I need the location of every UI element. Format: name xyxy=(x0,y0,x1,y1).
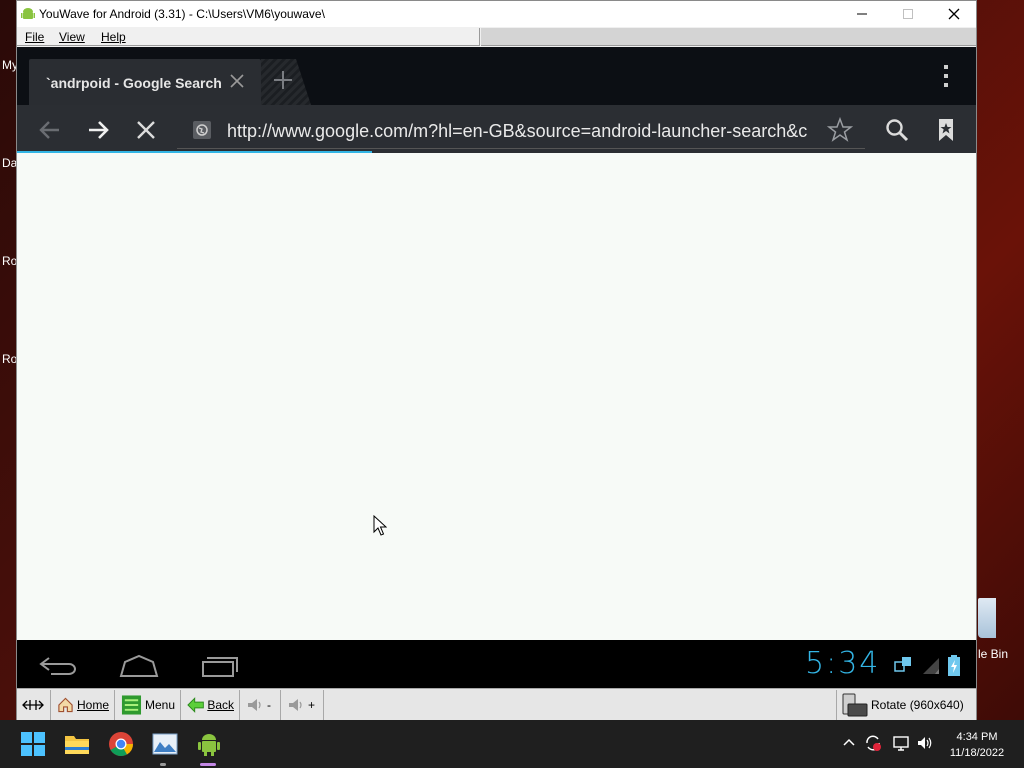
youwave-android-icon[interactable] xyxy=(195,730,223,758)
web-content-area[interactable] xyxy=(17,153,976,640)
volume-down-button[interactable]: - xyxy=(241,690,281,720)
close-icon xyxy=(948,8,960,20)
title-bar[interactable]: YouWave for Android (3.31) - C:\Users\VM… xyxy=(17,1,976,27)
close-button[interactable] xyxy=(931,1,977,27)
battery-charging-icon xyxy=(948,655,960,676)
youwave-control-bar: Home Menu Back - + Rotate (960x640) xyxy=(17,688,976,720)
menu-button[interactable]: Menu xyxy=(116,690,181,720)
home-button-label: Home xyxy=(76,698,109,712)
house-icon xyxy=(58,697,73,713)
rotate-button-label: Rotate (960x640) xyxy=(871,698,964,712)
rotate-device-icon xyxy=(842,693,868,717)
android-nav-bar: 5:34 xyxy=(17,640,976,688)
windows-taskbar: 4:34 PM 11/18/2022 xyxy=(0,720,1024,768)
minimize-button[interactable] xyxy=(839,1,885,27)
youwave-window: YouWave for Android (3.31) - C:\Users\VM… xyxy=(16,0,977,720)
back-button[interactable]: Back xyxy=(182,690,240,720)
overflow-menu-icon[interactable] xyxy=(941,63,951,89)
volume-up-button[interactable]: + xyxy=(282,690,324,720)
nav-back-icon[interactable] xyxy=(37,652,81,680)
url-input[interactable]: http://www.google.com/m?hl=en-GB&source=… xyxy=(227,121,817,142)
url-bar[interactable]: http://www.google.com/m?hl=en-GB&source=… xyxy=(177,113,865,149)
volume-up-label: + xyxy=(308,698,316,712)
speaker-icon xyxy=(248,699,261,711)
bookmark-star-icon[interactable] xyxy=(827,117,853,143)
browser-toolbar: http://www.google.com/m?hl=en-GB&source=… xyxy=(17,105,976,153)
running-indicator xyxy=(160,763,166,766)
signal-icon xyxy=(923,658,939,674)
image-viewer-icon[interactable] xyxy=(151,730,179,758)
data-sync-icon xyxy=(894,657,911,672)
minimize-icon xyxy=(857,13,867,15)
globe-icon xyxy=(196,124,208,136)
resize-arrows-icon xyxy=(22,700,44,710)
status-clock: 5:34 xyxy=(805,646,881,681)
menu-help[interactable]: Help xyxy=(101,30,126,44)
taskbar-clock[interactable]: 4:34 PM 11/18/2022 xyxy=(944,729,1010,761)
chrome-icon[interactable] xyxy=(107,730,135,758)
volume-down-label: - xyxy=(267,698,271,712)
menu-view[interactable]: View xyxy=(59,30,85,44)
android-screen: `andrpoid - Google Search http://www.goo… xyxy=(17,47,976,688)
resize-button[interactable] xyxy=(17,690,51,720)
file-explorer-icon[interactable] xyxy=(63,730,91,758)
green-back-arrow-icon xyxy=(187,697,204,713)
stop-loading-icon[interactable] xyxy=(133,117,159,143)
forward-arrow-icon[interactable] xyxy=(85,117,111,143)
volume-icon[interactable] xyxy=(916,734,934,752)
tab-title: `andrpoid - Google Search xyxy=(46,75,222,91)
browser-tab[interactable]: `andrpoid - Google Search xyxy=(29,59,261,105)
maximize-button[interactable] xyxy=(885,1,931,27)
site-info-icon[interactable] xyxy=(193,121,211,139)
taskbar-time: 4:34 PM xyxy=(956,731,998,743)
android-app-icon xyxy=(21,8,35,19)
close-tab-icon[interactable] xyxy=(227,71,247,91)
rotate-button[interactable]: Rotate (960x640) xyxy=(836,690,977,720)
speaker-icon xyxy=(289,699,302,711)
bookmarks-icon[interactable] xyxy=(933,117,959,143)
network-icon[interactable] xyxy=(892,734,910,752)
show-hidden-icons-chevron-icon[interactable] xyxy=(840,734,858,752)
recycle-bin-graphic xyxy=(978,598,996,638)
browser-tab-strip: `andrpoid - Google Search xyxy=(17,47,976,105)
menu-button-label: Menu xyxy=(144,698,175,712)
sync-status-icon[interactable] xyxy=(864,734,882,752)
menu-bar: File View Help xyxy=(17,28,480,46)
recycle-bin-label: le Bin xyxy=(978,647,1009,661)
menu-list-icon xyxy=(121,695,142,715)
new-tab-plus-icon[interactable] xyxy=(272,69,294,91)
maximize-icon xyxy=(903,9,913,19)
taskbar-date: 11/18/2022 xyxy=(949,747,1005,759)
active-app-indicator xyxy=(200,763,216,766)
back-button-label: Back xyxy=(207,698,234,712)
menu-bar-spacer xyxy=(481,28,976,46)
nav-recent-apps-icon[interactable] xyxy=(197,652,241,680)
start-windows-icon[interactable] xyxy=(19,730,47,758)
menu-file[interactable]: File xyxy=(25,30,44,44)
back-arrow-icon[interactable] xyxy=(37,117,63,143)
nav-home-icon[interactable] xyxy=(117,652,161,680)
window-title: YouWave for Android (3.31) - C:\Users\VM… xyxy=(39,7,325,21)
home-button[interactable]: Home xyxy=(52,690,115,720)
mouse-cursor-icon xyxy=(373,515,387,536)
search-icon[interactable] xyxy=(884,117,910,143)
recycle-bin-icon[interactable]: le Bin xyxy=(978,596,1024,666)
